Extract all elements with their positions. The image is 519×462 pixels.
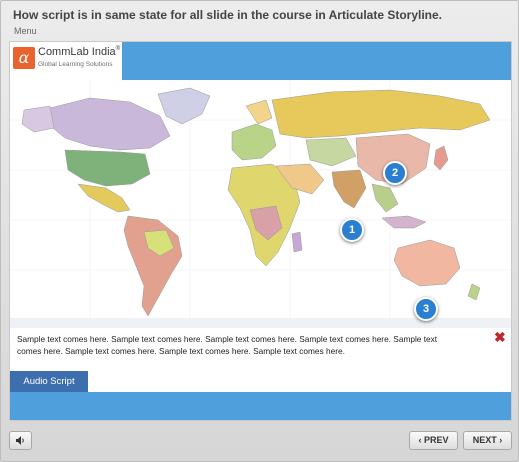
world-map-image: [10, 80, 511, 328]
commlab-logo-icon: α: [13, 47, 35, 69]
commlab-logo: α CommLab India® Global Learning Solutio…: [10, 42, 122, 80]
audio-script-text: Sample text comes here. Sample text come…: [17, 334, 438, 356]
course-title: How script is in same state for all slid…: [13, 8, 443, 22]
hotspot-3[interactable]: 3: [414, 297, 438, 321]
speaker-icon: [16, 436, 24, 445]
prev-label: PREV: [424, 435, 449, 445]
world-map: 1 2 3: [10, 80, 511, 328]
audio-script-tab[interactable]: Audio Script: [10, 371, 88, 392]
slide-area: α CommLab India® Global Learning Solutio…: [9, 41, 512, 421]
slide-header-bar: α CommLab India® Global Learning Solutio…: [10, 42, 511, 80]
close-x-icon[interactable]: ✖: [494, 330, 506, 344]
player-window: How script is in same state for all slid…: [0, 0, 519, 462]
volume-button[interactable]: [9, 431, 32, 450]
slide-footer-bar: [10, 392, 511, 420]
next-button[interactable]: NEXT ›: [463, 431, 512, 450]
hotspot-1[interactable]: 1: [340, 218, 364, 242]
hotspot-2[interactable]: 2: [383, 161, 407, 185]
menu-link[interactable]: Menu: [14, 26, 37, 36]
prev-button[interactable]: ‹ PREV: [409, 431, 458, 450]
next-label: NEXT: [472, 435, 497, 445]
chevron-right-icon: ›: [499, 435, 503, 445]
chevron-left-icon: ‹: [418, 435, 422, 445]
logo-tagline: Global Learning Solutions: [38, 61, 113, 68]
logo-name: CommLab India®: [38, 46, 121, 58]
